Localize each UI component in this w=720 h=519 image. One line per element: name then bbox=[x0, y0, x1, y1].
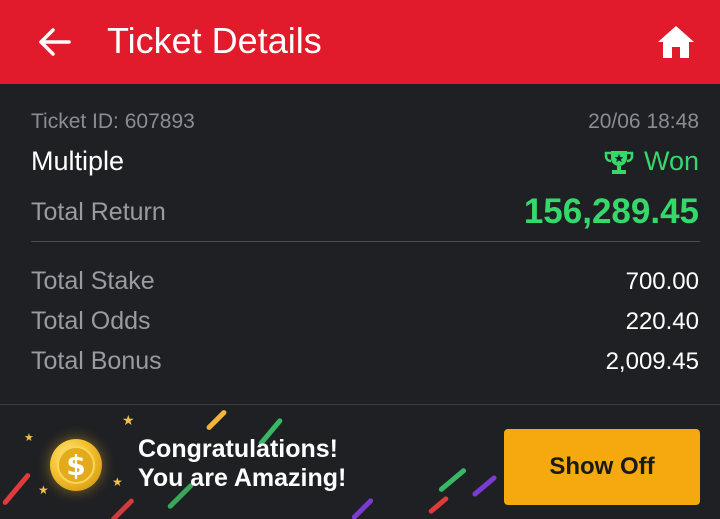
detail-row: Total Bonus 2,009.45 bbox=[31, 347, 699, 376]
ticket-meta-row: Ticket ID: 607893 20/06 18:48 bbox=[31, 110, 699, 134]
back-button[interactable] bbox=[32, 22, 76, 62]
star-icon: ★ bbox=[122, 412, 135, 428]
detail-label: Total Bonus bbox=[31, 347, 162, 375]
detail-value: 220.40 bbox=[625, 307, 699, 335]
promo-line-1: Congratulations! bbox=[138, 435, 338, 463]
status-text: Won bbox=[643, 146, 699, 176]
promo-message: Congratulations! You are Amazing! bbox=[138, 435, 346, 493]
page-title: Ticket Details bbox=[107, 20, 322, 61]
promo-line-2: You are Amazing! bbox=[138, 464, 347, 492]
total-return-value: 156,289.45 bbox=[523, 192, 699, 231]
show-off-button[interactable]: Show Off bbox=[504, 429, 700, 505]
star-icon: ★ bbox=[24, 432, 34, 444]
confetti-streak bbox=[437, 467, 468, 493]
home-button[interactable] bbox=[652, 20, 700, 64]
ticket-id: Ticket ID: 607893 bbox=[31, 110, 195, 133]
divider bbox=[31, 241, 700, 242]
star-icon: ★ bbox=[38, 483, 49, 497]
star-icon: ★ bbox=[112, 475, 123, 489]
confetti-streak bbox=[471, 474, 498, 498]
arrow-left-icon bbox=[39, 28, 71, 56]
confetti-streak bbox=[205, 409, 228, 431]
detail-row: Total Stake 700.00 bbox=[31, 267, 699, 296]
ticket-card: Ticket ID: 607893 20/06 18:48 Multiple W… bbox=[0, 84, 720, 404]
home-icon bbox=[658, 26, 694, 58]
trophy-icon bbox=[604, 150, 634, 174]
confetti-streak bbox=[1, 472, 32, 506]
confetti-streak bbox=[110, 497, 135, 519]
detail-row: Total Odds 220.40 bbox=[31, 307, 699, 336]
status-badge: Won bbox=[604, 146, 699, 177]
ticket-datetime: 20/06 18:48 bbox=[588, 110, 699, 133]
bet-type: Multiple bbox=[31, 146, 125, 176]
detail-value: 700.00 bbox=[625, 267, 699, 295]
dollar-coin-icon: $ bbox=[50, 439, 102, 491]
total-return-row: Total Return 156,289.45 bbox=[31, 192, 699, 232]
detail-label: Total Odds bbox=[31, 307, 151, 335]
ticket-type-row: Multiple Won bbox=[31, 146, 699, 177]
detail-label: Total Stake bbox=[31, 267, 155, 295]
total-return-label: Total Return bbox=[31, 197, 166, 226]
confetti-streak bbox=[350, 497, 375, 519]
confetti-streak bbox=[427, 495, 450, 515]
detail-value: 2,009.45 bbox=[605, 347, 699, 375]
dollar-sign: $ bbox=[57, 446, 95, 484]
app-header: Ticket Details bbox=[0, 0, 720, 84]
promo-banner: ★ ★ ★ ★ $ Congratulations! You are Amazi… bbox=[0, 404, 720, 519]
